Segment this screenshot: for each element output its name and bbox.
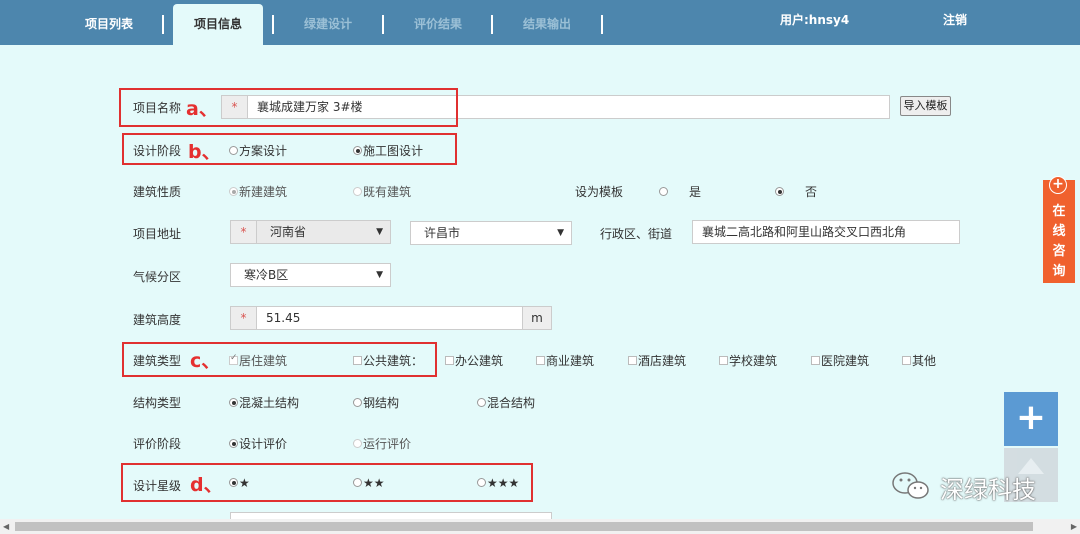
annotation-box-d — [121, 463, 533, 502]
top-nav: 项目列表 项目信息 绿建设计 评价结果 结果输出 用户:hnsy4 注销 — [0, 0, 1080, 45]
annotation-box-a — [119, 88, 458, 127]
annotation-box-c — [122, 342, 437, 377]
consult-char: 咨 — [1052, 244, 1066, 259]
tab-project-list[interactable]: 项目列表 — [70, 4, 148, 45]
scroll-left-icon[interactable]: ◀ — [3, 522, 9, 531]
check-other[interactable]: 其他 — [902, 352, 936, 369]
wechat-icon — [892, 472, 929, 499]
checkbox-icon — [719, 356, 728, 365]
annotation-label-c: c、 — [190, 350, 221, 372]
radio-concrete[interactable]: 混凝土结构 — [229, 394, 299, 411]
nav-separator — [491, 15, 493, 34]
check-commercial[interactable]: 商业建筑 — [536, 352, 594, 369]
radio-icon — [353, 439, 362, 448]
caret-down-icon: ▼ — [557, 228, 564, 238]
address-label: 项目地址 — [133, 227, 182, 241]
tab-green-design[interactable]: 绿建设计 — [290, 4, 366, 45]
caret-down-icon: ▼ — [376, 270, 383, 280]
consult-char: 线 — [1052, 224, 1066, 239]
radio-existing-building[interactable]: 既有建筑 — [353, 183, 411, 200]
checkbox-icon — [811, 356, 820, 365]
template-label: 设为模板 — [575, 185, 624, 199]
radio-operation-eval[interactable]: 运行评价 — [353, 435, 411, 452]
radio-icon — [229, 187, 238, 196]
annotation-label-a: a、 — [186, 98, 218, 120]
radio-design-eval[interactable]: 设计评价 — [229, 435, 287, 452]
climate-select[interactable]: 寒冷B区 ▼ — [230, 263, 391, 287]
check-school[interactable]: 学校建筑 — [719, 352, 777, 369]
checkbox-icon — [902, 356, 911, 365]
check-hospital[interactable]: 医院建筑 — [811, 352, 869, 369]
province-select[interactable]: 河南省 ▼ — [256, 220, 391, 244]
user-name: 用户:hnsy4 — [780, 13, 850, 27]
radio-icon — [775, 187, 784, 196]
watermark: 深绿科技 — [888, 466, 1048, 506]
add-button[interactable]: + — [1004, 392, 1058, 446]
checkbox-icon — [628, 356, 637, 365]
plus-circle-icon: + — [1049, 176, 1067, 194]
watermark-text: 深绿科技 — [940, 476, 1036, 504]
unit-addon: m — [522, 306, 552, 330]
required-mark: * — [230, 220, 257, 244]
height-label: 建筑高度 — [133, 313, 182, 327]
radio-icon — [353, 398, 362, 407]
radio-icon — [229, 398, 238, 407]
checkbox-icon — [536, 356, 545, 365]
consult-char: 询 — [1052, 264, 1066, 279]
tab-eval-result[interactable]: 评价结果 — [400, 4, 476, 45]
radio-new-building[interactable]: 新建建筑 — [229, 183, 287, 200]
radio-icon — [353, 187, 362, 196]
height-input[interactable]: 51.45 — [256, 306, 523, 330]
consult-char: 在 — [1052, 204, 1066, 219]
check-office[interactable]: 办公建筑 — [445, 352, 503, 369]
checkbox-icon — [445, 356, 454, 365]
radio-icon — [229, 439, 238, 448]
annotation-label-d: d、 — [190, 474, 223, 496]
eval-stage-label: 评价阶段 — [133, 437, 182, 451]
scroll-right-icon[interactable]: ▶ — [1071, 522, 1077, 531]
tab-result-output[interactable]: 结果输出 — [509, 4, 585, 45]
horizontal-scrollbar[interactable]: ◀ ▶ — [0, 519, 1080, 534]
nav-separator — [162, 15, 164, 34]
check-hotel[interactable]: 酒店建筑 — [628, 352, 686, 369]
building-nature-label: 建筑性质 — [133, 185, 182, 199]
nav-separator — [382, 15, 384, 34]
radio-mixed[interactable]: 混合结构 — [477, 394, 535, 411]
tab-project-info[interactable]: 项目信息 — [173, 4, 263, 45]
required-mark: * — [230, 306, 257, 330]
online-consult-tab[interactable]: + 在 线 咨 询 — [1043, 176, 1075, 283]
radio-steel[interactable]: 钢结构 — [353, 394, 399, 411]
annotation-label-b: b、 — [188, 141, 221, 163]
annotation-box-b — [122, 133, 457, 165]
district-label: 行政区、街道 — [600, 227, 673, 241]
climate-label: 气候分区 — [133, 270, 182, 284]
import-template-button[interactable]: 导入模板 — [900, 96, 951, 116]
logout-link[interactable]: 注销 — [943, 11, 967, 28]
nav-separator — [601, 15, 603, 34]
radio-icon — [659, 187, 668, 196]
scrollbar-thumb[interactable] — [15, 522, 1033, 531]
nav-separator — [272, 15, 274, 34]
radio-icon — [477, 398, 486, 407]
radio-template-no[interactable]: 否 — [775, 183, 817, 200]
radio-template-yes[interactable]: 是 — [659, 183, 701, 200]
city-select[interactable]: 许昌市 ▼ — [410, 221, 572, 245]
street-input[interactable]: 襄城二高北路和阿里山路交叉口西北角 — [692, 220, 960, 244]
structure-label: 结构类型 — [133, 396, 182, 410]
caret-down-icon: ▼ — [376, 227, 383, 237]
